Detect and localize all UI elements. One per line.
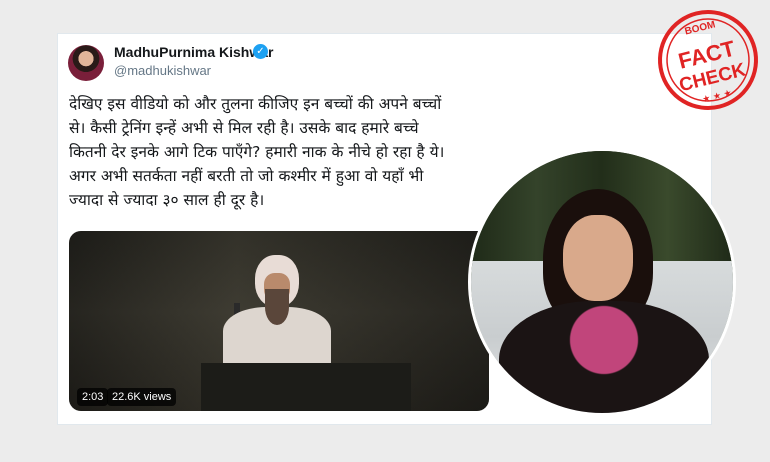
profile-avatar[interactable]: [68, 45, 104, 81]
video-player[interactable]: [69, 231, 489, 411]
portrait-photo: [468, 148, 736, 416]
tweet-text: देखिए इस वीडियो को और तुलना कीजिए इन बच्…: [69, 95, 445, 209]
fact-check-stamp-icon: BOOM FACT CHECK ★ ★ ★: [658, 10, 758, 110]
video-views: 22.6K views: [107, 388, 177, 406]
user-handle[interactable]: @madhukishwar: [114, 63, 211, 78]
display-name[interactable]: MadhuPurnima Kishwar: [114, 44, 273, 60]
stamp-top-text: BOOM: [684, 19, 717, 37]
verified-badge-icon: ✓: [253, 44, 268, 59]
podium: [201, 363, 411, 411]
video-duration: 2:03: [77, 388, 109, 406]
video-speaker: [217, 245, 337, 367]
